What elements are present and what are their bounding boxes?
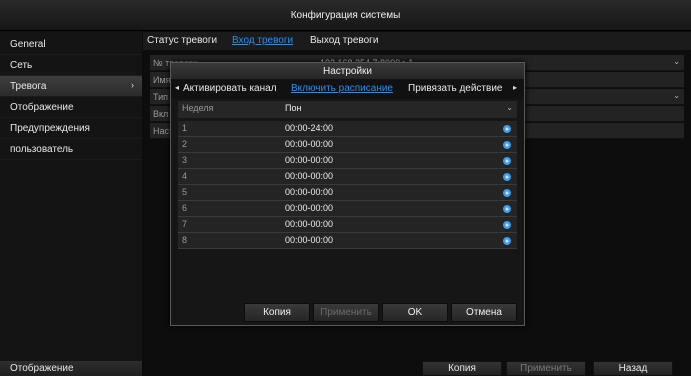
sidebar-item-label: General [10, 38, 46, 50]
gear-icon[interactable] [503, 173, 511, 181]
gear-icon[interactable] [503, 125, 511, 133]
gear-icon[interactable] [503, 141, 511, 149]
schedule-number: 7 [182, 219, 188, 229]
dialog-tabs: ◂ Активировать канал Включить расписание… [171, 79, 524, 99]
chevron-right-icon[interactable]: ▸ [513, 83, 517, 92]
schedule-number: 2 [182, 139, 188, 149]
schedule-list: 1 00:00-24:00 2 00:00-00:00 3 00:00-00:0… [178, 121, 517, 249]
schedule-number: 3 [182, 155, 188, 165]
gear-icon[interactable] [503, 205, 511, 213]
schedule-time: 00:00-00:00 [285, 139, 334, 149]
tab-alarm-input[interactable]: Вход тревоги [232, 35, 293, 46]
sidebar-item-general[interactable]: General [0, 34, 142, 55]
sidebar-bottom-display-button[interactable]: Отображение [0, 361, 142, 376]
schedule-row[interactable]: 4 00:00-00:00 [178, 169, 517, 185]
gear-icon[interactable] [503, 157, 511, 165]
sidebar-item-warnings[interactable]: Предупреждения [0, 118, 142, 139]
window-title: Конфигурация системы [0, 0, 691, 31]
schedule-time: 00:00-00:00 [285, 235, 334, 245]
schedule-row[interactable]: 8 00:00-00:00 [178, 233, 517, 249]
chevron-down-icon: ⌄ [673, 91, 680, 100]
schedule-time: 00:00-00:00 [285, 171, 334, 181]
schedule-number: 6 [182, 203, 188, 213]
gear-icon[interactable] [503, 189, 511, 197]
chevron-down-icon: ⌄ [673, 57, 680, 66]
row-label: Вкл [153, 108, 169, 119]
apply-button[interactable]: Применить [506, 361, 586, 376]
schedule-time: 00:00-24:00 [285, 123, 334, 133]
dialog-title: Настройки [171, 63, 524, 79]
tab-enable-schedule[interactable]: Включить расписание [291, 83, 393, 94]
sidebar: General Сеть Тревога › Отображение Преду… [0, 31, 142, 376]
tab-link-action[interactable]: Привязать действие [408, 83, 502, 94]
sidebar-item-display[interactable]: Отображение [0, 97, 142, 118]
chevron-down-icon: ⌄ [506, 103, 513, 112]
schedule-number: 5 [182, 187, 188, 197]
schedule-row[interactable]: 6 00:00-00:00 [178, 201, 517, 217]
schedule-row[interactable]: 3 00:00-00:00 [178, 153, 517, 169]
row-label: Имя [153, 74, 171, 85]
sidebar-item-label: Отображение [10, 101, 74, 113]
tab-alarm-status[interactable]: Статус тревоги [147, 35, 217, 46]
schedule-row[interactable]: 2 00:00-00:00 [178, 137, 517, 153]
sidebar-item-label: Предупреждения [10, 122, 90, 134]
chevron-right-icon: › [131, 80, 134, 90]
week-value: Пон [285, 103, 302, 113]
dialog-copy-button[interactable]: Копия [244, 303, 310, 322]
sidebar-item-user[interactable]: пользователь [0, 139, 142, 160]
tab-alarm-output[interactable]: Выход тревоги [310, 35, 378, 46]
schedule-row[interactable]: 7 00:00-00:00 [178, 217, 517, 233]
schedule-time: 00:00-00:00 [285, 219, 334, 229]
schedule-number: 1 [182, 123, 188, 133]
schedule-number: 4 [182, 171, 188, 181]
row-label: Тип [153, 91, 169, 102]
sidebar-item-label: Тревога [10, 80, 47, 92]
schedule-row[interactable]: 5 00:00-00:00 [178, 185, 517, 201]
chevron-left-icon[interactable]: ◂ [175, 83, 179, 92]
schedule-time: 00:00-00:00 [285, 203, 334, 213]
schedule-row[interactable]: 1 00:00-24:00 [178, 121, 517, 137]
copy-button[interactable]: Копия [422, 361, 502, 376]
settings-dialog: Настройки ◂ Активировать канал Включить … [170, 62, 525, 326]
main-tabs: Статус тревоги Вход тревоги Выход тревог… [143, 32, 691, 50]
schedule-number: 8 [182, 235, 188, 245]
sidebar-item-network[interactable]: Сеть [0, 55, 142, 76]
sidebar-item-label: пользователь [10, 143, 74, 155]
schedule-time: 00:00-00:00 [285, 187, 334, 197]
dialog-cancel-button[interactable]: Отмена [451, 303, 517, 322]
tab-activate-channel[interactable]: Активировать канал [183, 83, 277, 94]
sidebar-item-alarm[interactable]: Тревога › [0, 76, 142, 97]
gear-icon[interactable] [503, 237, 511, 245]
dialog-ok-button[interactable]: OK [382, 303, 448, 322]
dialog-apply-button[interactable]: Применить [313, 303, 379, 322]
gear-icon[interactable] [503, 221, 511, 229]
week-day-select[interactable]: Неделя Пон ⌄ [178, 101, 517, 118]
schedule-time: 00:00-00:00 [285, 155, 334, 165]
back-button[interactable]: Назад [593, 361, 673, 376]
week-label: Неделя [182, 103, 214, 113]
sidebar-item-label: Сеть [10, 59, 33, 71]
